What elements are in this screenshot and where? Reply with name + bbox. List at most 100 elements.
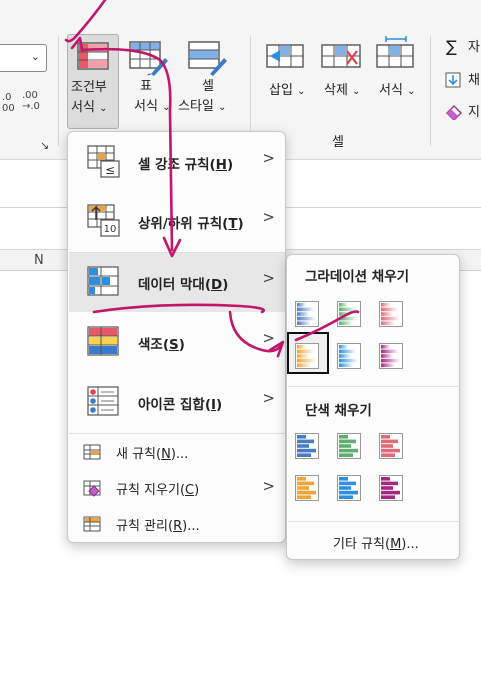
solid-blue-data-bar-swatch[interactable]	[295, 433, 319, 459]
submenu-separator	[288, 386, 460, 387]
solid-green-data-bar-swatch[interactable]	[337, 433, 361, 459]
data-bars-submenu: 그라데이션 채우기 단색 채우기 기타 규칙(M)...	[286, 254, 460, 560]
menu-item-top-bottom-rules[interactable]: 10 상위/하위 규칙(T) >	[69, 192, 285, 251]
group-divider	[250, 36, 251, 146]
svg-text:10: 10	[104, 224, 117, 235]
gradient-blue-data-bar-swatch[interactable]	[295, 301, 319, 327]
insert-button[interactable]: 삽입 ⌄	[258, 34, 312, 114]
clear-eraser-icon[interactable]	[445, 104, 463, 120]
increase-decimal-label-2: 00	[2, 103, 15, 114]
top-bottom-rules-icon: 10	[87, 204, 120, 237]
color-scales-icon	[87, 326, 119, 356]
access-key: R	[173, 519, 183, 534]
conditional-formatting-label-2: 서식 ⌄	[71, 99, 107, 117]
menu-item-color-scales[interactable]: 색조(S) >	[69, 313, 285, 372]
autosum-icon[interactable]: ∑	[446, 38, 457, 55]
menu-item-label: 규칙 관리(R)...	[116, 519, 200, 534]
format-button[interactable]: 서식 ⌄	[370, 34, 420, 114]
clear-label: 지	[468, 105, 480, 120]
manage-rules-icon	[83, 516, 101, 532]
number-format-dropdown[interactable]: ⌄	[0, 44, 47, 72]
more-rules-item[interactable]: 기타 규칙(M)...	[333, 533, 419, 552]
menu-item-clear-rules[interactable]: 규칙 지우기(C) >	[69, 470, 285, 506]
access-key: N	[161, 447, 171, 462]
format-as-table-label-2: 서식 ⌄	[134, 98, 170, 116]
access-key: M	[390, 537, 402, 552]
menu-item-manage-rules[interactable]: 규칙 관리(R)...	[69, 506, 285, 542]
chevron-right-icon: >	[262, 477, 275, 495]
menu-item-label: 셀 강조 규칙(H)	[138, 157, 234, 173]
solid-purple-data-bar-swatch[interactable]	[379, 475, 403, 501]
increase-decimal-label: .0	[2, 92, 12, 103]
cell-styles-icon	[188, 41, 227, 76]
decrease-decimal-button[interactable]: .00 →.0	[22, 90, 40, 112]
format-text: 서식	[379, 83, 403, 98]
gradient-orange-data-bar-swatch[interactable]	[295, 343, 319, 369]
conditional-formatting-button[interactable]: 조건부 서식 ⌄	[67, 34, 119, 129]
label-text: 색조	[138, 337, 163, 353]
insert-text: 삽입	[269, 83, 293, 98]
insert-label: 삽입 ⌄	[269, 82, 305, 100]
label-text: 셀 강조 규칙	[138, 157, 210, 173]
conditional-formatting-icon	[77, 42, 109, 70]
menu-item-highlight-cells-rules[interactable]: ≤ 셀 강조 규칙(H) >	[69, 133, 285, 192]
chevron-down-icon: ⌄	[218, 102, 227, 113]
label-text: 기타 규칙	[333, 537, 385, 552]
gradient-purple-data-bar-swatch[interactable]	[379, 343, 403, 369]
column-header-n[interactable]: N	[34, 253, 44, 268]
access-key: I	[210, 397, 217, 413]
solid-orange-data-bar-swatch[interactable]	[295, 475, 319, 501]
label-text: 새 규칙	[116, 447, 157, 462]
data-bars-icon	[87, 266, 119, 296]
cells-group-label: 셀	[332, 135, 344, 150]
delete-text: 삭제	[324, 83, 348, 98]
access-key: T	[228, 216, 238, 232]
solid-lightblue-data-bar-swatch[interactable]	[337, 475, 361, 501]
chevron-right-icon: >	[262, 208, 275, 226]
menu-item-label: 데이터 막대(D)	[138, 277, 229, 293]
delete-label: 삭제 ⌄	[324, 82, 360, 100]
format-as-table-label-1: 표	[140, 79, 152, 94]
menu-item-label: 아이콘 집합(I)	[138, 397, 223, 413]
format-as-table-icon	[129, 41, 168, 76]
excel-window: ⌄ .0 00 .00 →.0 ↘ 조건부 서식 ⌄ 표 서식 ⌄ 셀 스타일 …	[0, 0, 481, 677]
fill-icon[interactable]	[445, 72, 461, 88]
menu-item-label: 규칙 지우기(C)	[116, 483, 200, 498]
chevron-down-icon: ⌄	[162, 102, 171, 113]
ft-line2: 서식	[134, 99, 158, 114]
new-rule-icon	[83, 444, 101, 460]
label-text: 아이콘 집합	[138, 397, 205, 413]
cs-line2: 스타일	[178, 99, 214, 114]
gradient-red-data-bar-swatch[interactable]	[379, 301, 403, 327]
insert-cells-icon	[266, 44, 304, 68]
submenu-separator	[288, 521, 460, 522]
chevron-right-icon: >	[262, 329, 275, 347]
cf-line2: 서식	[71, 100, 95, 115]
chevron-down-icon: ⌄	[30, 50, 40, 63]
format-as-table-button[interactable]: 표 서식 ⌄	[124, 34, 174, 129]
menu-item-icon-sets[interactable]: 아이콘 집합(I) >	[69, 373, 285, 432]
cell-styles-label-1: 셀	[202, 79, 214, 94]
menu-item-data-bars[interactable]: 데이터 막대(D) >	[69, 253, 285, 312]
chevron-down-icon: ⌄	[297, 86, 306, 97]
cell-styles-button[interactable]: 셀 스타일 ⌄	[178, 34, 240, 129]
menu-item-label: 색조(S)	[138, 337, 185, 353]
cell-styles-label-2: 스타일 ⌄	[178, 98, 226, 116]
group-divider	[430, 36, 431, 146]
fill-label: 채	[468, 73, 480, 88]
ellipsis: ...	[187, 519, 200, 534]
menu-item-new-rule[interactable]: 새 규칙(N)...	[69, 434, 285, 470]
icon-sets-icon	[87, 386, 119, 416]
gradient-lightblue-data-bar-swatch[interactable]	[337, 343, 361, 369]
solid-red-data-bar-swatch[interactable]	[379, 433, 403, 459]
highlight-cells-rules-icon: ≤	[87, 145, 120, 178]
ellipsis: ...	[175, 447, 189, 462]
menu-item-label: 상위/하위 규칙(T)	[138, 216, 244, 232]
menu-item-label: 새 규칙(N)...	[116, 447, 189, 462]
number-group-launcher-icon[interactable]: ↘	[40, 140, 49, 151]
delete-button[interactable]: 삭제 ⌄	[315, 34, 369, 114]
increase-decimal-button[interactable]: .0 00	[2, 92, 15, 114]
gradient-green-data-bar-swatch[interactable]	[337, 301, 361, 327]
label-text: 규칙 관리	[116, 519, 168, 534]
ellipsis: ...	[406, 537, 419, 552]
